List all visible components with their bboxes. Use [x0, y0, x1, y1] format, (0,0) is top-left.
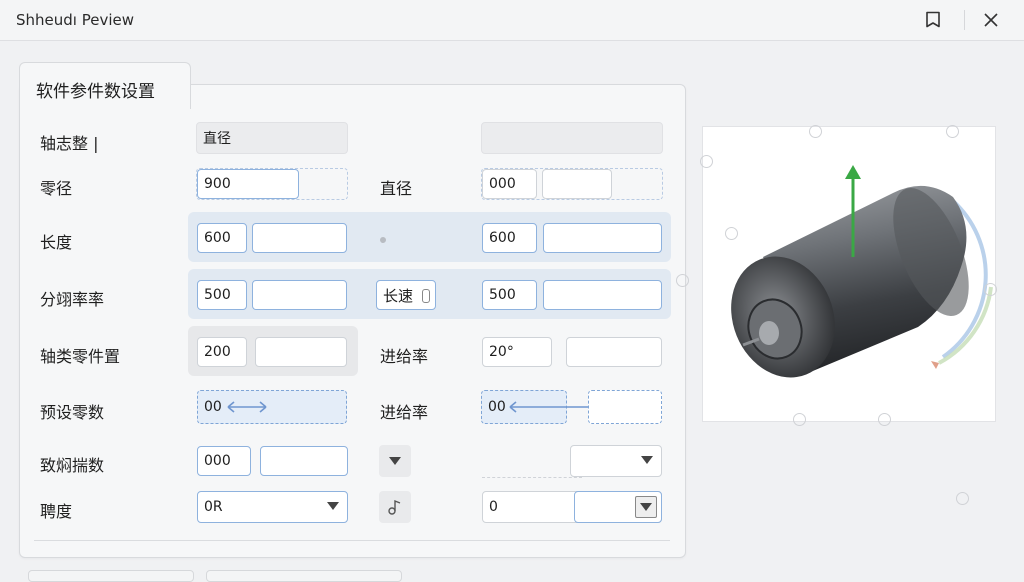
music-button[interactable]	[379, 491, 411, 523]
speed-label: 长速	[383, 286, 414, 305]
tab-label: 软件参件数设置	[36, 82, 155, 102]
degree-right-value: 0	[489, 499, 498, 515]
handle-dot[interactable]	[793, 413, 806, 426]
handle-dot[interactable]	[809, 125, 822, 138]
titlebar-separator	[964, 10, 965, 30]
handle-dot[interactable]	[946, 125, 959, 138]
speed-button[interactable]: 长速	[376, 280, 436, 310]
count-right-select[interactable]	[570, 445, 662, 477]
label-rate: 分翊率率	[40, 290, 105, 309]
preview-panel	[702, 126, 996, 422]
label-degree: 聘度	[40, 502, 73, 521]
dot-marker	[380, 237, 386, 243]
chevron-down-icon	[327, 502, 339, 510]
spindle-nose	[759, 321, 779, 345]
chevron-down-icon	[641, 456, 653, 464]
label-feed-rate: 进给率	[380, 347, 429, 366]
handle-dot[interactable]	[956, 492, 969, 505]
settings-panel	[19, 84, 686, 558]
preset-right-value: 00	[488, 399, 506, 415]
rate-right-input[interactable]: 500	[482, 280, 537, 310]
label-axis: 轴志整 |	[40, 134, 99, 153]
close-icon	[984, 13, 998, 27]
count-input-2[interactable]	[260, 446, 348, 476]
handle-dot[interactable]	[878, 413, 891, 426]
diameter-select[interactable]: 直径	[196, 122, 348, 154]
count-input[interactable]: 000	[197, 446, 251, 476]
preset-right-input-2[interactable]	[588, 390, 662, 424]
feed-rate-input[interactable]: 20°	[482, 337, 552, 367]
degree-right-select[interactable]	[574, 491, 662, 523]
rate-input-2[interactable]	[252, 280, 347, 310]
feed-rate-input-2[interactable]	[566, 337, 662, 367]
axis-arrow-icon	[845, 165, 861, 179]
label-zero-diameter: 零径	[40, 179, 73, 198]
drag-arrow-icon	[227, 401, 267, 413]
length-right-input[interactable]: 600	[482, 223, 537, 253]
rate-input[interactable]: 500	[197, 280, 247, 310]
music-note-icon	[388, 499, 401, 515]
window-title: Shheudı Peview	[16, 11, 135, 29]
spindle-model-image[interactable]	[703, 127, 995, 421]
length-input[interactable]: 600	[197, 223, 247, 253]
chevron-down-icon	[389, 457, 401, 465]
handle-dot[interactable]	[700, 155, 713, 168]
bottom-button-1[interactable]	[28, 570, 194, 582]
bookmark-icon	[926, 11, 940, 28]
label-length: 长度	[40, 233, 73, 252]
label-count: 致焖揣数	[40, 456, 105, 475]
right-field-1[interactable]	[481, 122, 663, 154]
zero-diameter-input[interactable]: 900	[197, 169, 299, 199]
label-diameter: 直径	[380, 179, 413, 198]
dropdown-box	[635, 496, 657, 518]
diameter-input[interactable]: 000	[482, 169, 537, 199]
degree-value: 0R	[204, 499, 223, 515]
diameter-input-2[interactable]	[542, 169, 612, 199]
length-right-input-2[interactable]	[543, 223, 662, 253]
preset-right-drag-field[interactable]: 00	[481, 390, 607, 424]
handle-dot[interactable]	[676, 274, 689, 287]
degree-select[interactable]: 0R	[197, 491, 348, 523]
handle-dot[interactable]	[725, 227, 738, 240]
label-preset: 预设零数	[40, 403, 105, 422]
toggle-icon	[422, 289, 430, 303]
title-bar: Shheudı Peview	[0, 0, 1024, 41]
preset-drag-field[interactable]: 00	[197, 390, 347, 424]
chevron-down-icon	[640, 503, 652, 511]
length-input-2[interactable]	[252, 223, 347, 253]
panel-divider	[34, 540, 670, 541]
bookmark-button[interactable]	[918, 6, 948, 34]
label-axis-part: 轴类零件置	[40, 347, 121, 366]
rate-right-input-2[interactable]	[543, 280, 662, 310]
handle-dot[interactable]	[984, 283, 997, 296]
close-button[interactable]	[976, 6, 1006, 34]
axis-part-input-2[interactable]	[255, 337, 347, 367]
label-feed-rate-2: 进给率	[380, 403, 429, 422]
count-right-placeholder	[482, 445, 582, 478]
bottom-button-2[interactable]	[206, 570, 402, 582]
preset-value: 00	[204, 399, 222, 415]
axis-part-input[interactable]: 200	[197, 337, 247, 367]
rotation-arrow	[931, 361, 939, 369]
dropdown-button[interactable]	[379, 445, 411, 477]
